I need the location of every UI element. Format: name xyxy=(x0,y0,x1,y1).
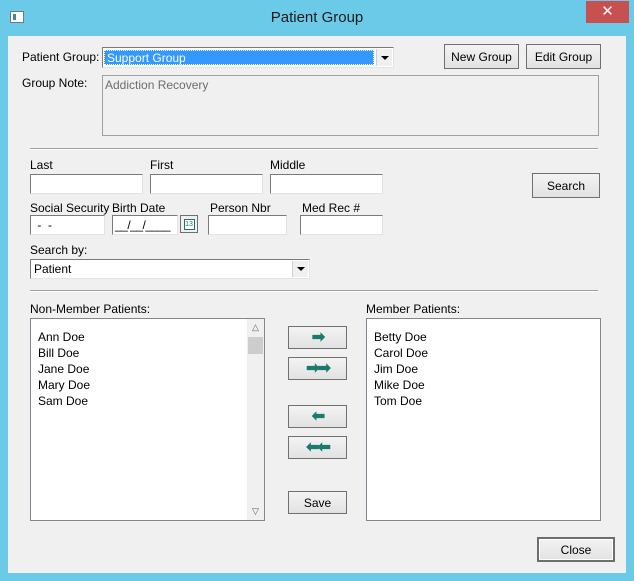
scroll-up-icon[interactable]: △ xyxy=(247,319,264,336)
search-button[interactable]: Search xyxy=(532,173,600,198)
med-rec-label: Med Rec # xyxy=(302,201,361,215)
remove-all-button[interactable]: ⬅⬅ xyxy=(288,436,347,459)
search-by-value: Patient xyxy=(34,262,72,276)
list-item[interactable]: Sam Doe xyxy=(31,393,264,409)
ssn-label: Social Security xyxy=(30,201,110,215)
list-item[interactable]: Bill Doe xyxy=(31,345,264,361)
arrow-right-icon: ➡ xyxy=(311,328,325,346)
group-note-field[interactable]: Addiction Recovery xyxy=(102,75,599,136)
title-bar[interactable]: Patient Group ✕ xyxy=(0,0,634,36)
vertical-scrollbar[interactable]: △ ▽ xyxy=(247,319,264,520)
window-title: Patient Group xyxy=(270,9,364,26)
list-item[interactable]: Mike Doe xyxy=(367,377,600,393)
search-by-label: Search by: xyxy=(30,243,88,257)
last-name-label: Last xyxy=(30,158,53,172)
edit-group-button[interactable]: Edit Group xyxy=(526,44,601,69)
close-button[interactable]: Close xyxy=(537,537,615,562)
first-name-input[interactable] xyxy=(150,174,263,194)
non-member-label: Non-Member Patients: xyxy=(30,302,151,316)
middle-name-label: Middle xyxy=(270,158,306,172)
scrollbar-thumb[interactable] xyxy=(248,337,263,354)
member-label: Member Patients: xyxy=(366,302,461,316)
calendar-icon-glyph: 13 xyxy=(183,218,195,230)
birth-date-input[interactable]: __/__/____ xyxy=(112,215,178,235)
remove-selected-button[interactable]: ⬅ xyxy=(288,405,347,428)
person-nbr-input[interactable] xyxy=(208,215,287,235)
patient-group-selected: Support Group xyxy=(104,50,374,65)
save-button[interactable]: Save xyxy=(288,491,347,514)
double-arrow-left-icon: ⬅⬅ xyxy=(306,438,331,456)
patient-group-label: Patient Group: xyxy=(22,50,100,64)
list-item[interactable]: Jane Doe xyxy=(31,361,264,377)
list-item[interactable]: Mary Doe xyxy=(31,377,264,393)
birth-date-label: Birth Date xyxy=(112,201,166,215)
list-item[interactable]: Carol Doe xyxy=(367,345,600,361)
ssn-input[interactable]: - - xyxy=(30,215,105,235)
divider xyxy=(30,148,598,150)
list-item[interactable]: Betty Doe xyxy=(367,329,600,345)
add-all-button[interactable]: ➡➡ xyxy=(288,357,347,380)
list-item[interactable]: Jim Doe xyxy=(367,361,600,377)
patient-group-combo[interactable]: Support Group xyxy=(102,47,394,68)
double-arrow-right-icon: ➡➡ xyxy=(306,359,331,377)
last-name-input[interactable] xyxy=(30,174,143,194)
window-close-button[interactable]: ✕ xyxy=(586,1,629,23)
search-by-combo[interactable]: Patient xyxy=(30,259,310,279)
add-selected-button[interactable]: ➡ xyxy=(288,326,347,349)
non-member-listbox[interactable]: Ann Doe Bill Doe Jane Doe Mary Doe Sam D… xyxy=(30,318,265,521)
divider xyxy=(30,290,598,292)
calendar-icon[interactable]: 13 xyxy=(180,215,198,233)
new-group-button[interactable]: New Group xyxy=(444,44,519,69)
member-listbox[interactable]: Betty Doe Carol Doe Jim Doe Mike Doe Tom… xyxy=(366,318,601,521)
scroll-down-icon[interactable]: ▽ xyxy=(247,503,264,520)
list-item[interactable]: Tom Doe xyxy=(367,393,600,409)
chevron-down-icon[interactable] xyxy=(292,261,308,277)
person-nbr-label: Person Nbr xyxy=(210,201,271,215)
middle-name-input[interactable] xyxy=(270,174,383,194)
chevron-down-icon[interactable] xyxy=(376,49,392,66)
first-name-label: First xyxy=(150,158,174,172)
group-note-label: Group Note: xyxy=(22,76,88,90)
med-rec-input[interactable] xyxy=(300,215,383,235)
arrow-left-icon: ⬅ xyxy=(311,407,325,425)
list-item[interactable]: Ann Doe xyxy=(31,329,264,345)
